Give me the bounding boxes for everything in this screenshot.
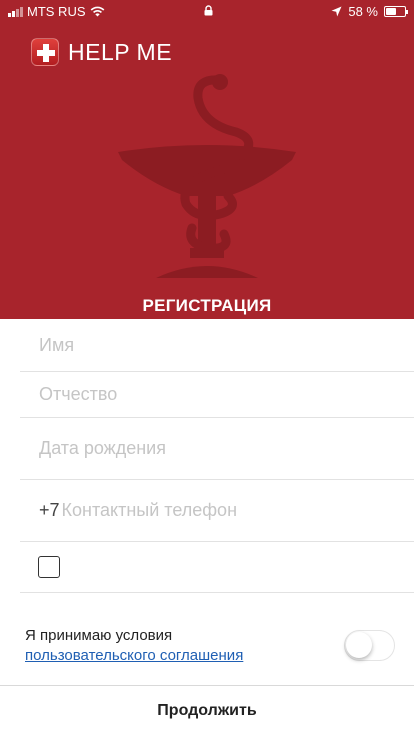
phone-prefix: +7: [39, 500, 60, 520]
brand: HELP ME: [31, 38, 172, 66]
user-agreement-link[interactable]: пользовательского соглашения: [25, 646, 243, 666]
toggle-knob: [346, 632, 372, 658]
phone-input[interactable]: [61, 500, 402, 521]
first-name-input[interactable]: [39, 334, 379, 356]
battery-icon: [384, 6, 408, 17]
status-bar: MTS RUS 58 %: [0, 0, 414, 22]
birthdate-field[interactable]: [20, 418, 414, 480]
terms-toggle[interactable]: [344, 630, 395, 661]
first-name-field[interactable]: [20, 319, 414, 372]
bowl-of-hygieia-icon: [118, 74, 296, 278]
checkbox-row: [20, 542, 414, 593]
carrier-label: MTS RUS: [27, 4, 86, 19]
patronymic-input[interactable]: [39, 384, 379, 405]
wifi-icon: [90, 6, 104, 17]
patronymic-field[interactable]: [20, 372, 414, 418]
phone-field[interactable]: +7: [20, 480, 414, 542]
medical-cross-icon: [31, 38, 59, 66]
signal-icon: [8, 6, 23, 17]
birthdate-input[interactable]: [39, 438, 379, 459]
continue-button[interactable]: Продолжить: [0, 686, 414, 736]
location-arrow-icon: [331, 6, 342, 17]
lock-icon: [204, 5, 213, 16]
terms-label: Я принимаю условия: [25, 627, 173, 644]
section-title: РЕГИСТРАЦИЯ: [142, 296, 272, 315]
app-title: HELP ME: [68, 38, 173, 65]
header-banner: MTS RUS 58 % HELP ME РЕГИСТРАЦИЯ: [0, 0, 414, 319]
terms-text: Я принимаю условия пользовательского сог…: [25, 626, 243, 666]
battery-percent: 58 %: [348, 4, 378, 19]
checkbox[interactable]: [38, 556, 60, 578]
